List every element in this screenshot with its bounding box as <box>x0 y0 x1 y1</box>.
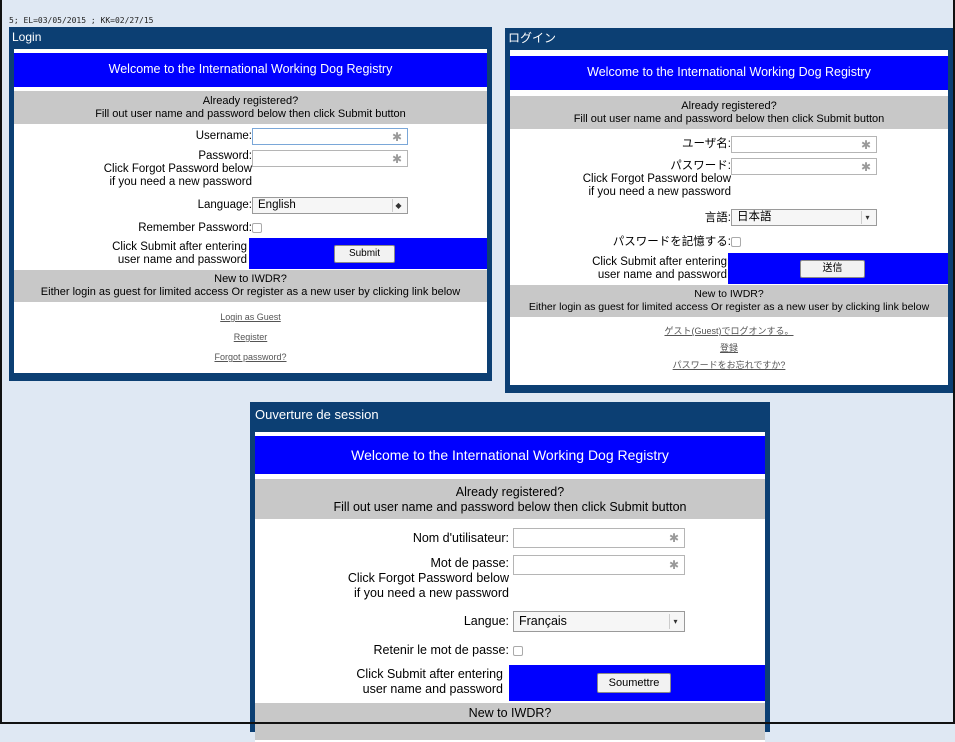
username-input[interactable]: ✱ <box>731 136 877 153</box>
required-asterisk-icon: ✱ <box>860 160 871 174</box>
panel-title: ログイン <box>508 31 557 45</box>
register-link[interactable]: 登録 <box>510 342 948 354</box>
password-hint-line1: Click Forgot Password below <box>103 163 252 175</box>
screenshot-frame: 5; EL=03/05/2015 ; KK=02/27/15 Login Wel… <box>0 0 955 742</box>
remember-password-label: Retenir le mot de passe: <box>373 643 510 657</box>
panel-title: Ouverture de session <box>255 407 379 422</box>
login-links: Login as Guest Register Forgot password? <box>14 311 487 363</box>
new-user-section: New to IWDR? <box>255 703 765 740</box>
required-asterisk-icon: ✱ <box>391 130 402 144</box>
already-registered-section: Already registered? Fill out user name a… <box>510 96 948 129</box>
panel-body: Welcome to the International Working Dog… <box>255 432 765 742</box>
submit-hint-line1: Click Submit after entering <box>112 241 247 253</box>
login-as-guest-link[interactable]: Login as Guest <box>14 311 487 323</box>
password-hint-line2: if you need a new password <box>588 186 731 198</box>
already-registered-section: Already registered? Fill out user name a… <box>255 479 765 519</box>
already-registered-instructions: Fill out user name and password below th… <box>573 113 885 125</box>
language-label: Langue: <box>463 614 509 628</box>
welcome-banner: Welcome to the International Working Dog… <box>14 53 487 87</box>
language-label: Language: <box>197 199 252 211</box>
username-input[interactable]: ✱ <box>252 128 408 145</box>
welcome-banner: Welcome to the International Working Dog… <box>255 436 765 474</box>
new-user-heading: New to IWDR? <box>214 273 287 285</box>
new-user-section: New to IWDR? Either login as guest for l… <box>510 285 948 317</box>
submit-hint-line2: user name and password <box>117 254 247 266</box>
panel-body: Welcome to the International Working Dog… <box>14 49 487 373</box>
form-area: Nom d'utilisateur: ✱ Mot de passe: Click… <box>255 519 765 740</box>
chevron-down-icon: ▾ <box>669 614 681 629</box>
submit-button[interactable]: Submit <box>334 245 395 263</box>
password-hint-line1: Click Forgot Password below <box>582 173 731 185</box>
required-asterisk-icon: ✱ <box>668 558 679 572</box>
password-input[interactable]: ✱ <box>252 150 408 167</box>
chevron-updown-icon: ◆ <box>392 199 404 212</box>
submit-button[interactable]: 送信 <box>800 260 865 278</box>
password-hint-line1: Click Forgot Password below <box>347 571 509 585</box>
language-select[interactable]: English ◆ <box>252 197 408 214</box>
password-hint-line2: if you need a new password <box>109 176 252 188</box>
panel-title: Login <box>12 30 42 44</box>
login-panel-japanese: ログイン Welcome to the International Workin… <box>505 28 953 393</box>
new-user-heading: New to IWDR? <box>694 288 764 300</box>
already-registered-heading: Already registered? <box>455 485 565 499</box>
language-selected-value: English <box>258 199 296 211</box>
username-label: ユーザ名: <box>682 138 731 150</box>
already-registered-instructions: Fill out user name and password below th… <box>95 108 406 120</box>
password-label: Mot de passe: <box>430 556 509 570</box>
login-links: ゲスト(Guest)でログオンする。 登録 パスワードをお忘れですか? <box>510 325 948 371</box>
login-as-guest-link[interactable]: ゲスト(Guest)でログオンする。 <box>510 325 948 337</box>
form-area: ユーザ名: ✱ パスワード: Click Forgot Password bel… <box>510 129 948 370</box>
submit-hint-line1: Click Submit after entering <box>356 667 503 681</box>
remember-password-checkbox[interactable] <box>252 223 262 233</box>
remember-password-checkbox[interactable] <box>513 646 523 656</box>
submit-strip: Submit <box>249 238 487 269</box>
language-selected-value: 日本語 <box>737 211 772 223</box>
new-user-section: New to IWDR? Either login as guest for l… <box>14 270 487 302</box>
build-info: 5; EL=03/05/2015 ; KK=02/27/15 <box>9 16 154 25</box>
submit-hint-line2: user name and password <box>362 682 503 696</box>
required-asterisk-icon: ✱ <box>668 531 679 545</box>
login-panel-english: Login Welcome to the International Worki… <box>9 27 492 381</box>
language-select[interactable]: 日本語 ▾ <box>731 209 877 226</box>
password-input[interactable]: ✱ <box>513 555 685 575</box>
submit-strip: Soumettre <box>509 665 765 701</box>
login-panel-french: Ouverture de session Welcome to the Inte… <box>250 402 770 742</box>
form-area: Username: ✱ Password: Click Forgot Passw… <box>14 124 487 362</box>
language-label: 言語: <box>704 212 731 224</box>
username-input[interactable]: ✱ <box>513 528 685 548</box>
password-label: パスワード: <box>670 160 731 172</box>
new-user-instructions: Either login as guest for limited access… <box>528 301 930 313</box>
already-registered-heading: Already registered? <box>681 100 777 112</box>
forgot-password-link[interactable]: パスワードをお忘れですか? <box>510 359 948 371</box>
password-hint-line2: if you need a new password <box>354 586 509 600</box>
submit-button[interactable]: Soumettre <box>597 673 671 693</box>
forgot-password-link[interactable]: Forgot password? <box>14 351 487 363</box>
language-select[interactable]: Français ▾ <box>513 611 685 632</box>
already-registered-section: Already registered? Fill out user name a… <box>14 91 487 124</box>
required-asterisk-icon: ✱ <box>391 152 402 166</box>
remember-password-checkbox[interactable] <box>731 237 741 247</box>
username-label: Username: <box>195 130 252 142</box>
panel-body: Welcome to the International Working Dog… <box>510 50 948 385</box>
remember-password-label: Remember Password: <box>138 222 252 234</box>
welcome-banner: Welcome to the International Working Dog… <box>510 56 948 90</box>
password-input[interactable]: ✱ <box>731 158 877 175</box>
submit-hint-line1: Click Submit after entering <box>592 256 727 268</box>
username-label: Nom d'utilisateur: <box>412 531 509 545</box>
new-user-instructions: Either login as guest for limited access… <box>40 286 461 298</box>
submit-hint-line2: user name and password <box>597 269 727 281</box>
already-registered-heading: Already registered? <box>202 95 299 107</box>
submit-strip: 送信 <box>728 253 948 284</box>
language-selected-value: Français <box>519 614 567 628</box>
chevron-down-icon: ▾ <box>861 211 873 224</box>
register-link[interactable]: Register <box>14 331 487 343</box>
already-registered-instructions: Fill out user name and password below th… <box>333 500 687 514</box>
remember-password-label: パスワードを記憶する: <box>612 236 731 248</box>
required-asterisk-icon: ✱ <box>860 138 871 152</box>
password-label: Password: <box>198 150 252 162</box>
new-user-heading: New to IWDR? <box>468 706 552 720</box>
